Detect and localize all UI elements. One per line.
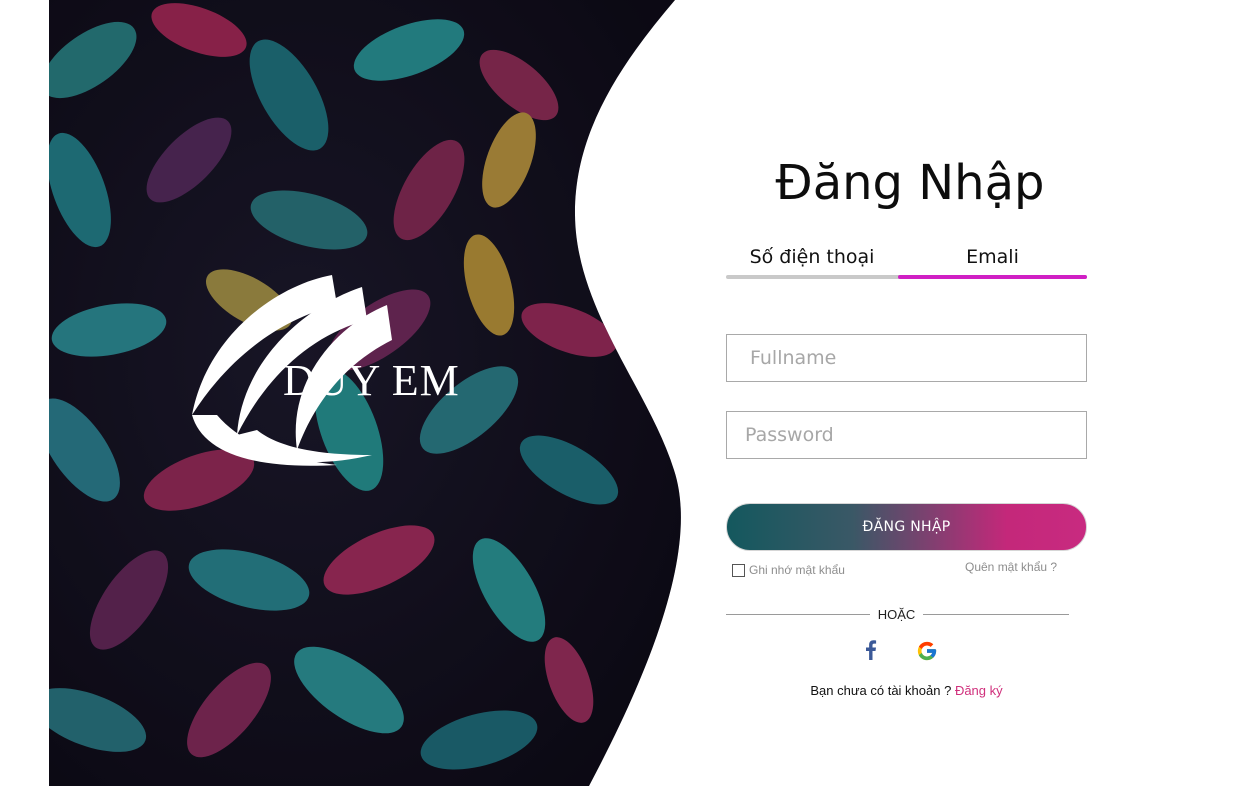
login-method-tabs: Số điện thoại Emali bbox=[726, 246, 1087, 280]
divider-line bbox=[726, 614, 870, 615]
divider-line bbox=[923, 614, 1069, 615]
password-input[interactable] bbox=[726, 411, 1087, 459]
remember-me[interactable]: Ghi nhớ mật khẩu bbox=[732, 563, 845, 577]
or-divider: HOẶC bbox=[726, 607, 1069, 623]
tab-phone[interactable]: Số điện thoại bbox=[726, 246, 898, 280]
or-label: HOẶC bbox=[877, 607, 916, 622]
page-title: Đăng Nhập bbox=[775, 155, 1045, 211]
fullname-input[interactable] bbox=[726, 334, 1087, 382]
login-button[interactable]: ĐĂNG NHẬP bbox=[726, 503, 1087, 551]
signup-prompt: Bạn chưa có tài khoản ? bbox=[810, 683, 955, 698]
forgot-password-link[interactable]: Quên mật khẩu ? bbox=[965, 560, 1057, 574]
signup-link[interactable]: Đăng ký bbox=[955, 683, 1003, 698]
google-icon[interactable] bbox=[916, 640, 940, 666]
signup-row: Bạn chưa có tài khoản ? Đăng ký bbox=[726, 683, 1087, 698]
remember-label: Ghi nhớ mật khẩu bbox=[749, 563, 845, 577]
facebook-icon[interactable] bbox=[859, 637, 883, 663]
tab-email[interactable]: Emali bbox=[898, 246, 1087, 280]
brand-logo-text: DUY EM bbox=[283, 356, 460, 405]
remember-checkbox[interactable] bbox=[732, 563, 745, 577]
